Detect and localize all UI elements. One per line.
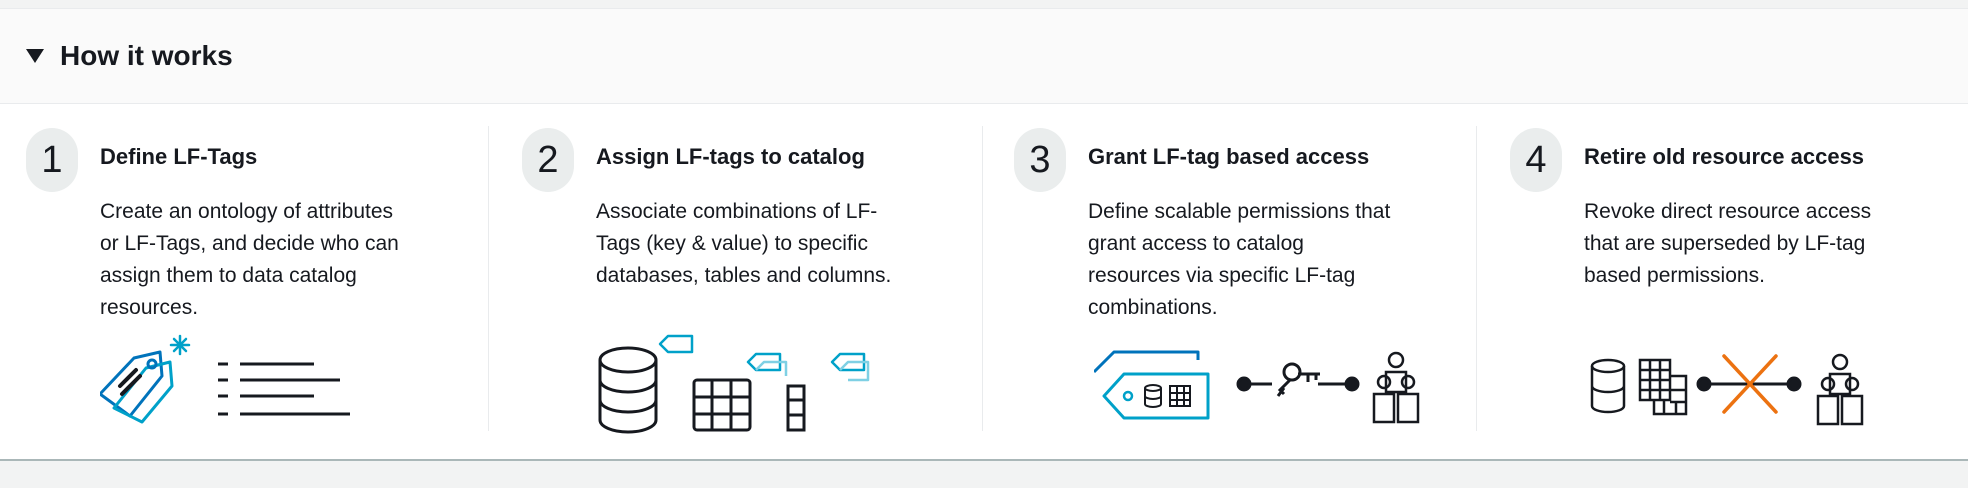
top-strip	[0, 0, 1968, 9]
step-number: 3	[1014, 128, 1066, 192]
tag-key-users-icon	[1094, 350, 1420, 424]
revoke-access-icon	[1590, 353, 1864, 426]
step-description: Define scalable permissions that grant a…	[1088, 200, 1391, 319]
divider	[1476, 126, 1477, 431]
step-number: 2	[522, 128, 574, 192]
section-title[interactable]: How it works	[60, 40, 233, 72]
step-number: 1	[26, 128, 78, 192]
step-3: 3 Grant LF-tag based access Define scala…	[1014, 104, 1474, 459]
tags-list-icon	[100, 334, 350, 424]
step-title: Assign LF-tags to catalog	[596, 144, 865, 169]
step-number: 4	[1510, 128, 1562, 192]
steps-container: 1 Define LF-Tags Create an ontology of a…	[0, 104, 1968, 461]
step-description: Revoke direct resource access that are s…	[1584, 200, 1872, 287]
database-table-tags-icon	[598, 334, 870, 434]
how-it-works-panel: How it works 1 Define LF-Tags Create an …	[0, 0, 1968, 488]
step-title: Define LF-Tags	[100, 144, 258, 169]
section-header[interactable]: How it works	[0, 9, 1968, 104]
step-title: Grant LF-tag based access	[1088, 144, 1370, 169]
step-description: Create an ontology of attributes or LF-T…	[100, 200, 399, 319]
step-2: 2 Assign LF-tags to catalog Associate co…	[522, 104, 982, 459]
step-title: Retire old resource access	[1584, 144, 1865, 169]
divider	[488, 126, 489, 431]
caret-down-icon[interactable]	[26, 49, 44, 63]
step-1: 1 Define LF-Tags Create an ontology of a…	[26, 104, 486, 459]
step-description: Associate combinations of LF- Tags (key …	[596, 200, 892, 287]
divider	[982, 126, 983, 431]
step-4: 4 Retire old resource access Revoke dire…	[1510, 104, 1950, 459]
